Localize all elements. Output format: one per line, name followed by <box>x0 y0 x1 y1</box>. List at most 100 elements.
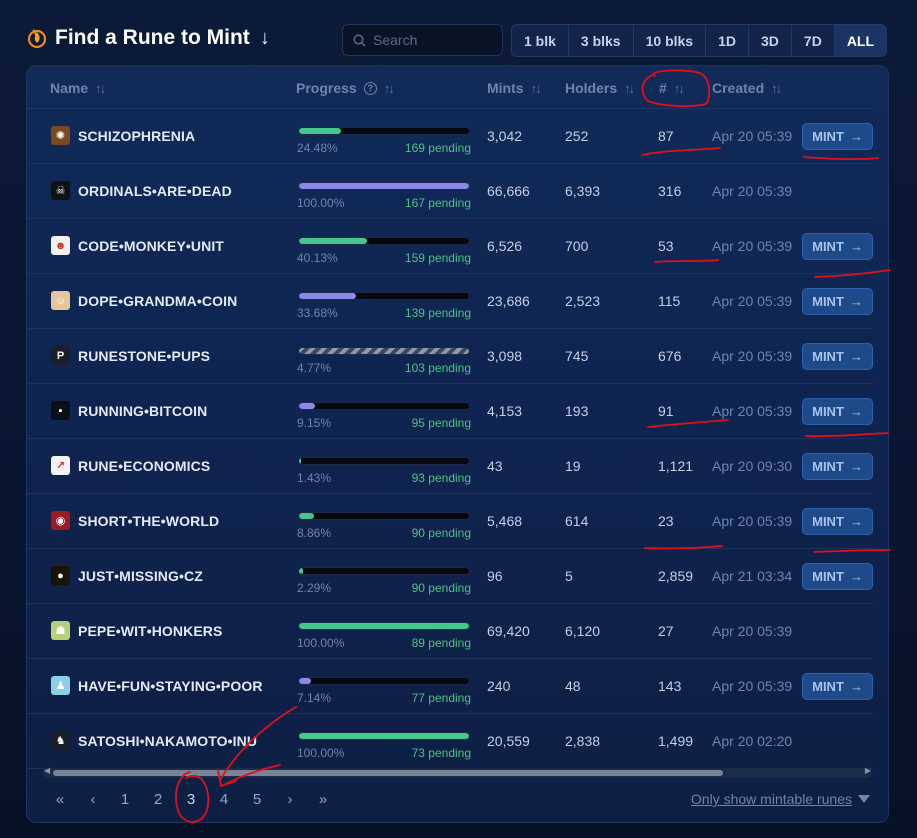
horizontal-scrollbar[interactable]: ◀ ▶ <box>43 766 872 778</box>
rune-name[interactable]: ORDINALS•ARE•DEAD <box>78 183 232 199</box>
table-row[interactable]: ♞ SATOSHI•NAKAMOTO•INU 100.00% 73 pendin… <box>27 714 873 769</box>
timeframe-button-1d[interactable]: 1D <box>706 25 749 56</box>
column-header-number-label: # <box>659 80 667 96</box>
page-button-4[interactable]: 4 <box>214 791 234 808</box>
mint-button[interactable]: MINT → <box>802 343 873 370</box>
sort-icon[interactable]: ↑↓ <box>95 81 106 96</box>
rune-name[interactable]: RUNNING•BITCOIN <box>78 403 207 419</box>
rune-name[interactable]: HAVE•FUN•STAYING•POOR <box>78 678 263 694</box>
column-header-created[interactable]: Created ↑↓ <box>712 80 782 96</box>
rune-name[interactable]: CODE•MONKEY•UNIT <box>78 238 224 254</box>
runes-table-panel: Name ↑↓ Progress ? ↑↓ Mints ↑↓ Holders ↑… <box>26 65 889 823</box>
holders-value: 745 <box>565 348 589 364</box>
only-mintable-filter[interactable]: Only show mintable runes <box>691 791 870 807</box>
search-box[interactable] <box>342 24 503 56</box>
sort-icon[interactable]: ↑↓ <box>531 81 542 96</box>
mint-button-label: MINT <box>812 349 844 364</box>
rune-number: 115 <box>658 293 681 309</box>
column-header-progress[interactable]: Progress ? ↑↓ <box>296 80 395 96</box>
mint-button[interactable]: MINT → <box>802 233 873 260</box>
column-header-number[interactable]: # ↑↓ <box>659 80 685 96</box>
timeframe-button-7d[interactable]: 7D <box>792 25 835 56</box>
holders-value: 193 <box>565 403 589 419</box>
column-header-name[interactable]: Name ↑↓ <box>50 80 106 96</box>
progress-bar-fill <box>299 623 469 629</box>
mint-button-label: MINT <box>812 569 844 584</box>
arrow-right-icon: → <box>849 349 863 364</box>
page-button-5[interactable]: 5 <box>247 791 267 808</box>
title-arrow-icon[interactable]: ↓ <box>260 27 270 50</box>
table-row[interactable]: P RUNESTONE•PUPS 4.77% 103 pending 3,098… <box>27 329 873 384</box>
timeframe-button-3-blks[interactable]: 3 blks <box>569 25 634 56</box>
timeframe-button-3d[interactable]: 3D <box>749 25 792 56</box>
scroll-left-icon[interactable]: ◀ <box>44 766 50 775</box>
flame-icon <box>27 29 47 49</box>
progress-bar-fill <box>299 678 312 684</box>
rune-name[interactable]: RUNE•ECONOMICS <box>78 458 210 474</box>
page-button-3[interactable]: 3 <box>181 791 201 808</box>
page-button-1[interactable]: 1 <box>115 791 135 808</box>
page-title[interactable]: Find a Rune to Mint ↓ <box>27 26 270 50</box>
mint-button[interactable]: MINT → <box>802 288 873 315</box>
page-button-2[interactable]: 2 <box>148 791 168 808</box>
table-row[interactable]: ● JUST•MISSING•CZ 2.29% 90 pending 96 5 … <box>27 549 873 604</box>
arrow-right-icon: → <box>849 404 863 419</box>
table-row[interactable]: ✺ SCHIZOPHRENIA 24.48% 169 pending 3,042… <box>27 109 873 164</box>
last-page-button[interactable]: » <box>313 791 333 808</box>
rune-name[interactable]: JUST•MISSING•CZ <box>78 568 203 584</box>
created-date: Apr 20 05:39 <box>712 238 793 254</box>
rune-name[interactable]: PEPE•WIT•HONKERS <box>78 623 222 639</box>
table-row[interactable]: ◉ SHORT•THE•WORLD 8.86% 90 pending 5,468… <box>27 494 873 549</box>
sort-icon[interactable]: ↑↓ <box>771 81 782 96</box>
rune-name[interactable]: SCHIZOPHRENIA <box>78 128 195 144</box>
mint-button[interactable]: MINT → <box>802 123 873 150</box>
table-row[interactable]: ▪ RUNNING•BITCOIN 9.15% 95 pending 4,153… <box>27 384 873 439</box>
rune-name[interactable]: SHORT•THE•WORLD <box>78 513 219 529</box>
table-row[interactable]: ☺ DOPE•GRANDMA•COIN 33.68% 139 pending 2… <box>27 274 873 329</box>
search-input[interactable] <box>373 32 493 48</box>
help-icon[interactable]: ? <box>363 81 377 95</box>
mint-button[interactable]: MINT → <box>802 508 873 535</box>
rune-name[interactable]: RUNESTONE•PUPS <box>78 348 210 364</box>
mint-button[interactable]: MINT → <box>802 398 873 425</box>
mint-button-label: MINT <box>812 129 844 144</box>
timeframe-button-all[interactable]: ALL <box>834 25 887 56</box>
first-page-button[interactable]: « <box>50 791 70 808</box>
progress-bar-fill <box>299 513 315 519</box>
table-row[interactable]: ☠ ORDINALS•ARE•DEAD 100.00% 167 pending … <box>27 164 873 219</box>
progress-percent: 1.43% <box>297 471 332 485</box>
table-row[interactable]: ☗ PEPE•WIT•HONKERS 100.00% 89 pending 69… <box>27 604 873 659</box>
pending-count: 90 pending <box>411 581 471 595</box>
scrollbar-thumb[interactable] <box>53 770 723 776</box>
next-page-button[interactable]: › <box>280 791 300 808</box>
sort-icon[interactable]: ↑↓ <box>624 81 635 96</box>
prev-page-button[interactable]: ‹ <box>83 791 103 808</box>
progress-bar-fill <box>299 733 469 739</box>
table-row[interactable]: ↗ RUNE•ECONOMICS 1.43% 93 pending 43 19 … <box>27 439 873 494</box>
progress-bar-fill <box>299 458 302 464</box>
pending-count: 167 pending <box>404 196 471 210</box>
mints-value: 43 <box>487 458 503 474</box>
sort-icon[interactable]: ↑↓ <box>674 81 685 96</box>
scroll-right-icon[interactable]: ▶ <box>865 766 871 775</box>
table-row[interactable]: ♟ HAVE•FUN•STAYING•POOR 7.14% 77 pending… <box>27 659 873 714</box>
rune-name[interactable]: SATOSHI•NAKAMOTO•INU <box>78 733 257 749</box>
progress-bar-fill <box>299 293 357 299</box>
created-date: Apr 20 05:39 <box>712 513 793 529</box>
timeframe-selector: 1 blk 3 blks 10 blks 1D 3D 7D ALL <box>511 24 888 57</box>
timeframe-button-1-blk[interactable]: 1 blk <box>512 25 569 56</box>
column-header-mints[interactable]: Mints ↑↓ <box>487 80 542 96</box>
sort-icon[interactable]: ↑↓ <box>384 81 395 96</box>
mint-button[interactable]: MINT → <box>802 563 873 590</box>
mint-button-label: MINT <box>812 239 844 254</box>
progress-bar-fill <box>299 183 469 189</box>
mint-button[interactable]: MINT → <box>802 453 873 480</box>
mint-button[interactable]: MINT → <box>802 673 873 700</box>
timeframe-button-10-blks[interactable]: 10 blks <box>634 25 707 56</box>
mints-value: 5,468 <box>487 513 523 529</box>
column-header-holders[interactable]: Holders ↑↓ <box>565 80 635 96</box>
mints-value: 4,153 <box>487 403 523 419</box>
mint-button-label: MINT <box>812 459 844 474</box>
table-row[interactable]: ☻ CODE•MONKEY•UNIT 40.13% 159 pending 6,… <box>27 219 873 274</box>
rune-name[interactable]: DOPE•GRANDMA•COIN <box>78 293 237 309</box>
